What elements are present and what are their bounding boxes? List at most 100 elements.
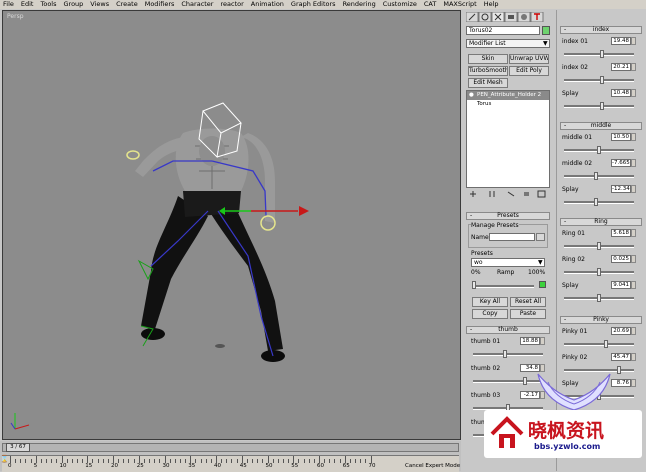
thumb-row-0-spinner[interactable]: 18.88 (520, 337, 540, 345)
menu-character[interactable]: Character (181, 0, 213, 9)
object-name-field[interactable]: Torus02 (466, 26, 540, 35)
thumb-row-0-slider-track[interactable] (473, 353, 543, 356)
menu-help[interactable]: Help (484, 0, 499, 9)
modifier-list-dropdown[interactable]: Modifier List (466, 39, 550, 48)
modifier-stack[interactable]: PEN_Attribute_Holder 2 ● Torus (466, 90, 550, 188)
index-row-0-spinner-arrows[interactable] (631, 37, 636, 45)
menu-file[interactable]: File (3, 0, 14, 9)
ramp-slider-track[interactable] (472, 285, 534, 288)
ring-row-0-spinner-arrows[interactable] (631, 229, 636, 237)
stack-tools[interactable] (468, 190, 548, 198)
middle-row-1-spinner-arrows[interactable] (631, 159, 636, 167)
track-bar[interactable] (2, 455, 459, 472)
middle-row-1-spinner[interactable]: -7.665 (611, 159, 631, 167)
collapse-icon[interactable]: - (564, 219, 566, 225)
command-panel-tabs[interactable] (466, 12, 552, 22)
middle-row-2-slider-track[interactable] (564, 201, 634, 204)
pinky-row-1-slider-thumb[interactable] (617, 366, 621, 374)
collapse-icon[interactable]: - (564, 317, 566, 323)
edit-mesh-button[interactable]: Edit Mesh (468, 78, 508, 88)
object-color-swatch[interactable] (542, 26, 550, 35)
index-rollout-header[interactable]: - index (560, 26, 642, 34)
index-row-2-spinner[interactable]: 10.48 (611, 89, 631, 97)
middle-rollout-header[interactable]: - middle (560, 122, 642, 130)
key-all-button[interactable]: Key All (472, 297, 508, 307)
key-indicator[interactable] (539, 281, 546, 288)
index-row-1-slider-thumb[interactable] (600, 76, 604, 84)
pinky-row-2-spinner[interactable]: 8.76 (611, 379, 631, 387)
index-row-2-slider-track[interactable] (564, 105, 634, 108)
menu-modifiers[interactable]: Modifiers (145, 0, 175, 9)
index-row-0-slider-track[interactable] (564, 53, 634, 56)
ring-row-2-spinner[interactable]: 9.041 (611, 281, 631, 289)
ring-row-0-slider-thumb[interactable] (597, 242, 601, 250)
menu-group[interactable]: Group (64, 0, 84, 9)
pinky-row-2-spinner-arrows[interactable] (631, 379, 636, 387)
ring-row-0-spinner[interactable]: 5.618 (611, 229, 631, 237)
index-row-2-spinner-arrows[interactable] (631, 89, 636, 97)
ring-row-1-slider-thumb[interactable] (597, 268, 601, 276)
pinky-row-0-slider-track[interactable] (564, 343, 634, 346)
menu-customize[interactable]: Customize (383, 0, 417, 9)
middle-row-2-spinner-arrows[interactable] (631, 185, 636, 193)
stack-item-attribute-holder[interactable]: PEN_Attribute_Holder 2 (467, 91, 549, 100)
menu-animation[interactable]: Animation (251, 0, 284, 9)
middle-row-0-slider-thumb[interactable] (597, 146, 601, 154)
perspective-viewport[interactable]: Persp (2, 10, 461, 440)
middle-row-1-slider-track[interactable] (564, 175, 634, 178)
paste-button[interactable]: Paste (510, 309, 546, 319)
thumb-row-0-spinner-arrows[interactable] (540, 337, 545, 345)
collapse-icon[interactable]: - (564, 27, 566, 33)
unwrap-uvw-button[interactable]: Unwrap UVW (509, 54, 549, 64)
save-preset-button[interactable] (536, 233, 545, 241)
index-row-1-spinner-arrows[interactable] (631, 63, 636, 71)
ring-row-2-spinner-arrows[interactable] (631, 281, 636, 289)
menu-maxscript[interactable]: MAXScript (443, 0, 476, 9)
index-row-2-slider-thumb[interactable] (600, 102, 604, 110)
reset-all-button[interactable]: Reset All (510, 297, 546, 307)
time-slider-track[interactable] (2, 443, 459, 452)
pinky-rollout-header[interactable]: - Pinky (560, 316, 642, 324)
preset-name-input[interactable] (489, 233, 535, 241)
edit-poly-button[interactable]: Edit Poly (509, 66, 549, 76)
pinky-row-0-spinner-arrows[interactable] (631, 327, 636, 335)
thumb-rollout-header[interactable]: - thumb (466, 326, 550, 334)
index-row-0-spinner[interactable]: 19.48 (611, 37, 631, 45)
middle-row-0-spinner[interactable]: 10.50 (611, 133, 631, 141)
thumb-row-1-slider-track[interactable] (473, 380, 543, 383)
menu-tools[interactable]: Tools (40, 0, 56, 9)
middle-row-2-slider-thumb[interactable] (594, 198, 598, 206)
menu-edit[interactable]: Edit (21, 0, 34, 9)
thumb-row-0-slider-thumb[interactable] (503, 350, 507, 358)
middle-row-1-slider-thumb[interactable] (594, 172, 598, 180)
middle-row-0-spinner-arrows[interactable] (631, 133, 636, 141)
menu-create[interactable]: Create (116, 0, 138, 9)
stack-item-torus[interactable]: Torus (477, 101, 491, 107)
key-icon[interactable]: ⌛ (0, 455, 9, 463)
turbosmooth-button[interactable]: TurboSmooth (468, 66, 508, 76)
pinky-row-0-spinner[interactable]: 20.69 (611, 327, 631, 335)
bulb-icon[interactable]: ● (469, 92, 474, 98)
copy-button[interactable]: Copy (472, 309, 508, 319)
pinky-row-1-spinner[interactable]: 45.47 (611, 353, 631, 361)
presets-rollout-header[interactable]: - Presets (466, 212, 550, 220)
ring-row-2-slider-thumb[interactable] (597, 294, 601, 302)
index-row-0-slider-thumb[interactable] (600, 50, 604, 58)
pinky-row-0-slider-thumb[interactable] (604, 340, 608, 348)
ramp-slider-thumb[interactable] (472, 281, 476, 289)
menu-reactor[interactable]: reactor (220, 0, 243, 9)
pinky-row-1-spinner-arrows[interactable] (631, 353, 636, 361)
thumb-row-1-slider-thumb[interactable] (523, 377, 527, 385)
ring-rollout-header[interactable]: - Ring (560, 218, 642, 226)
menu-graph-editors[interactable]: Graph Editors (291, 0, 336, 9)
index-row-1-slider-track[interactable] (564, 79, 634, 82)
menu-views[interactable]: Views (90, 0, 109, 9)
time-slider-thumb[interactable]: 3 / 67 (6, 443, 30, 452)
ring-row-1-spinner-arrows[interactable] (631, 255, 636, 263)
index-row-1-spinner[interactable]: 20.21 (611, 63, 631, 71)
ring-row-1-spinner[interactable]: 0.025 (611, 255, 631, 263)
middle-row-2-spinner[interactable]: -12.34 (611, 185, 631, 193)
menu-cat[interactable]: CAT (424, 0, 436, 9)
menu-rendering[interactable]: Rendering (343, 0, 376, 9)
skin-button[interactable]: Skin (468, 54, 508, 64)
